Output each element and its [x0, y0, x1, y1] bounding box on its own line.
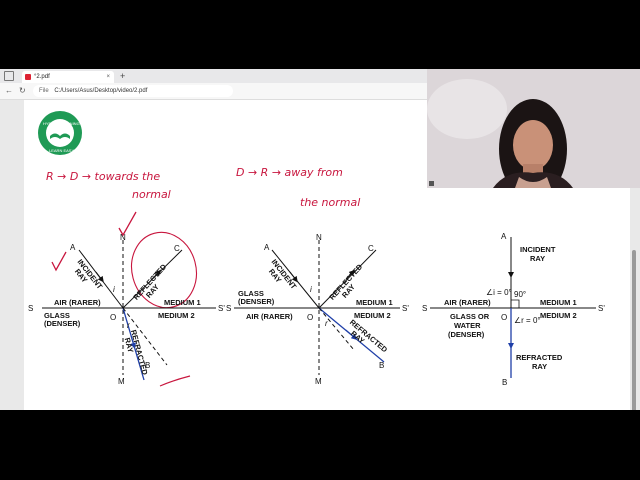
d1-label-r: r	[127, 321, 130, 330]
logo-text-top: HYBRID LEARNING	[43, 121, 80, 126]
d3-angle-r: ∠r = 0°	[514, 316, 541, 325]
d2-label-N: N	[316, 233, 322, 242]
camera-badge-icon	[429, 181, 434, 186]
tab-close-icon[interactable]: ×	[106, 71, 110, 83]
d1-label-M: M	[118, 377, 125, 386]
d1-label-i: i	[113, 285, 115, 294]
d2-glass-label-2: (DENSER)	[238, 297, 275, 306]
note-left-line2: normal	[132, 188, 171, 201]
d3-label-S-prime: S'	[598, 304, 605, 313]
d3-glass-label-2: WATER	[454, 321, 481, 330]
diagram-1: A N C S S' O M B i r INCIDENT RAY REFLEC…	[28, 233, 225, 386]
d3-label-O: O	[501, 313, 507, 322]
url-field[interactable]: File C:/Users/Asus/Desktop/video/2.pdf	[33, 85, 233, 97]
diagram-2: A N C S S' O M B i r INCIDENT RAY REFLEC…	[226, 233, 409, 386]
d1-label-S: S	[28, 304, 33, 313]
d3-label-A: A	[501, 232, 507, 241]
d2-label-O: O	[307, 313, 313, 322]
d2-label-i: i	[310, 285, 312, 294]
screen-frame: °2.pdf × + ← ↻ File C:/Users/Asus/Deskto…	[0, 69, 640, 410]
d2-label-A: A	[264, 243, 270, 252]
d2-label-M: M	[315, 377, 322, 386]
d3-incident-1: INCIDENT	[520, 245, 556, 254]
tab-pdf[interactable]: °2.pdf ×	[22, 71, 114, 83]
d1-label-O: O	[110, 313, 116, 322]
check-mark-left	[51, 251, 67, 272]
d2-label-C: C	[368, 244, 374, 253]
d3-medium2: MEDIUM 2	[540, 311, 577, 320]
d2-label-S-prime: S'	[402, 304, 409, 313]
d3-incident-2: RAY	[530, 254, 545, 263]
back-icon[interactable]: ←	[5, 85, 13, 97]
d1-label-C: C	[174, 244, 180, 253]
webcam-overlay	[427, 69, 640, 188]
d3-glass-label-1: GLASS OR	[450, 312, 490, 321]
d1-air-label: AIR (RARER)	[54, 298, 101, 307]
address-bar: ← ↻ File C:/Users/Asus/Desktop/video/2.p…	[0, 83, 427, 100]
d3-medium1: MEDIUM 1	[540, 298, 577, 307]
url-text: C:/Users/Asus/Desktop/video/2.pdf	[54, 88, 148, 94]
tab-title: °2.pdf	[34, 74, 50, 80]
d3-glass-label-3: (DENSER)	[448, 330, 485, 339]
url-scheme-label: File	[39, 88, 49, 94]
d1-medium2: MEDIUM 2	[158, 311, 195, 320]
d3-right-angle: 90°	[514, 290, 526, 299]
d1-glass-label-2: (DENSER)	[44, 319, 81, 328]
tab-actions-icon[interactable]	[4, 71, 14, 81]
tab-bar: °2.pdf × +	[0, 69, 427, 83]
d1-medium1: MEDIUM 1	[164, 298, 201, 307]
d3-label-S: S	[422, 304, 427, 313]
vertical-scrollbar[interactable]	[632, 250, 636, 410]
check-mark-top	[118, 211, 137, 237]
presenter-video	[427, 69, 640, 188]
logo-text-bottom: LEARN EASY	[49, 148, 74, 153]
d3-label-B: B	[502, 378, 507, 387]
reload-icon[interactable]: ↻	[19, 85, 26, 97]
d1-label-N: N	[120, 233, 126, 242]
d2-label-S: S	[226, 304, 231, 313]
d2-medium1: MEDIUM 1	[356, 298, 393, 307]
underline-annotation	[159, 375, 191, 387]
d2-label-r: r	[325, 319, 328, 328]
d3-angle-i: ∠i = 0°	[486, 288, 512, 297]
d3-refracted-2: RAY	[532, 362, 547, 371]
d1-label-S-prime: S'	[218, 304, 225, 313]
d2-air-label: AIR (RARER)	[246, 312, 293, 321]
hybrid-learning-logo: HYBRID LEARNING LEARN EASY	[38, 111, 82, 155]
pdf-icon	[25, 74, 31, 80]
d2-label-B: B	[379, 361, 384, 370]
note-right-line1: D → R → away from	[236, 166, 343, 179]
note-right-line2: the normal	[300, 196, 360, 209]
note-left-line1: R → D → towards the	[46, 170, 160, 183]
d3-air-label: AIR (RARER)	[444, 298, 491, 307]
d2-medium2: MEDIUM 2	[354, 311, 391, 320]
new-tab-button[interactable]: +	[120, 70, 125, 82]
d1-label-A: A	[70, 243, 76, 252]
diagram-3: A S S' O B INCIDENT RAY ∠i = 0° 90° ∠r =…	[422, 232, 605, 387]
d3-refracted-1: REFRACTED	[516, 353, 563, 362]
